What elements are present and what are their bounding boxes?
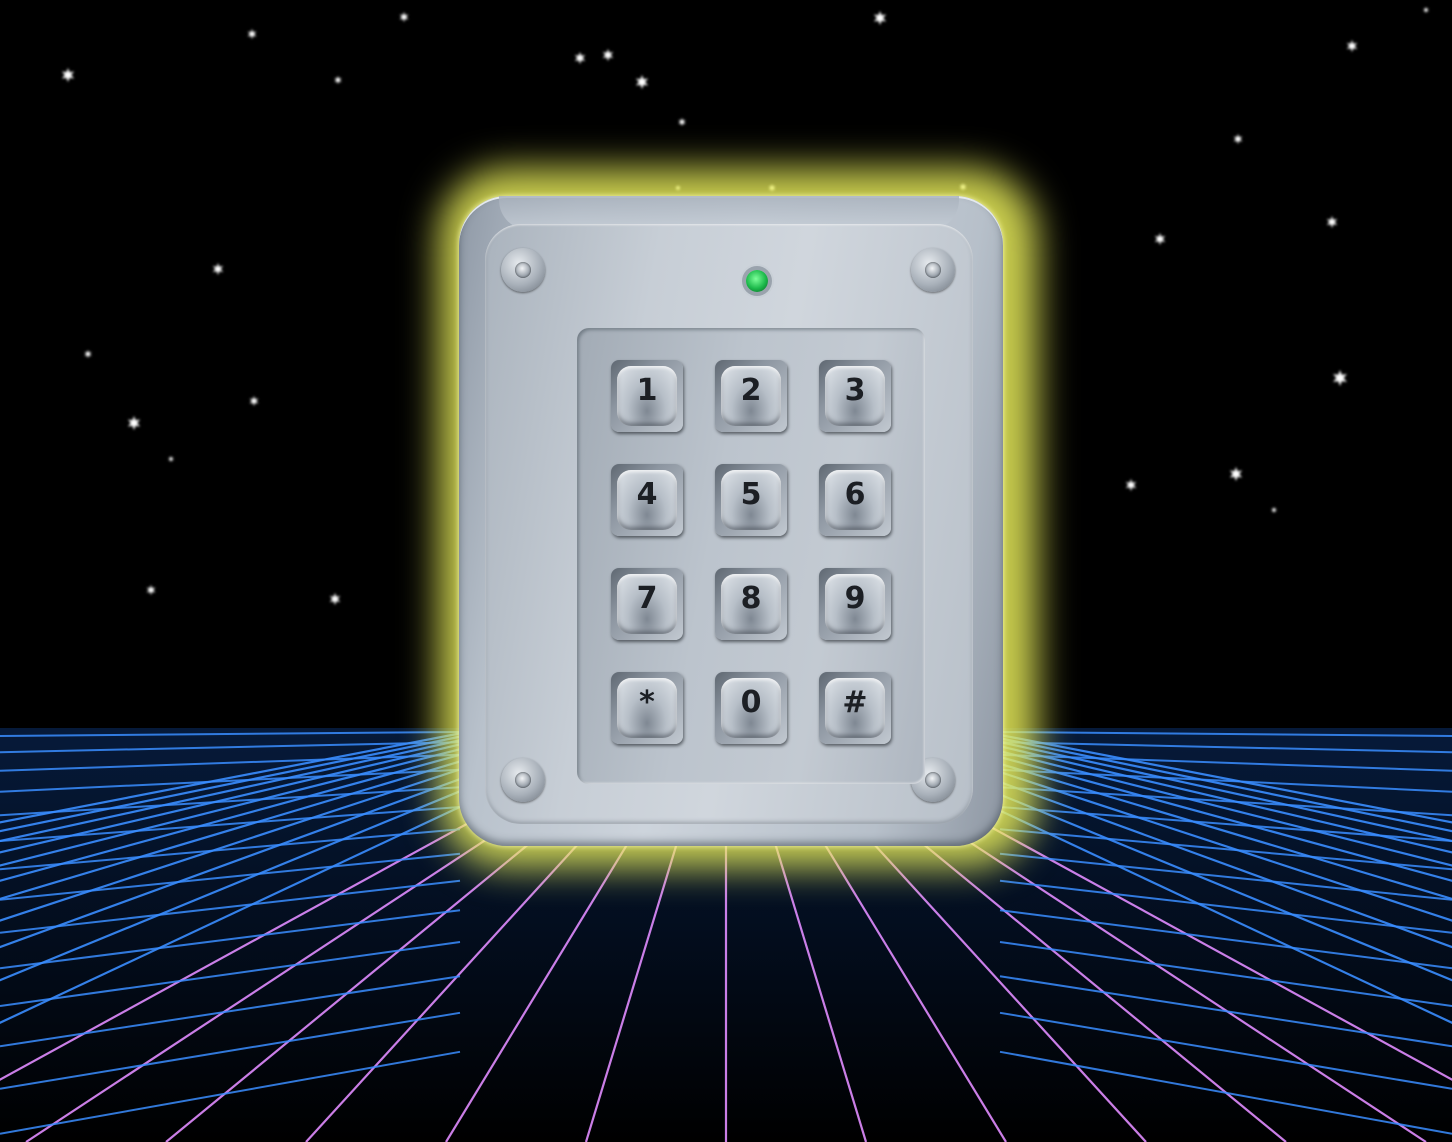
key-cap: 0 xyxy=(721,678,781,738)
key-label: 3 xyxy=(844,372,866,408)
key-label: 8 xyxy=(740,580,762,616)
key-cap: 3 xyxy=(825,366,885,426)
key-cap: 8 xyxy=(721,574,781,634)
key-label: * xyxy=(639,684,655,720)
key-9[interactable]: 9 xyxy=(819,568,891,640)
key-cap: 5 xyxy=(721,470,781,530)
key-label: 6 xyxy=(844,476,866,512)
key-label: 5 xyxy=(740,476,762,512)
key-cap: 1 xyxy=(617,366,677,426)
key-cap: * xyxy=(617,678,677,738)
key-label: 1 xyxy=(636,372,658,408)
screw-top-left xyxy=(501,248,545,292)
screw-top-right xyxy=(911,248,955,292)
screw-bottom-left xyxy=(501,758,545,802)
key-cap: # xyxy=(825,678,885,738)
key-star[interactable]: * xyxy=(611,672,683,744)
key-cap: 4 xyxy=(617,470,677,530)
key-6[interactable]: 6 xyxy=(819,464,891,536)
key-7[interactable]: 7 xyxy=(611,568,683,640)
key-0[interactable]: 0 xyxy=(715,672,787,744)
key-label: 9 xyxy=(844,580,866,616)
status-led xyxy=(746,270,768,292)
key-label: 0 xyxy=(740,684,762,720)
key-2[interactable]: 2 xyxy=(715,360,787,432)
key-4[interactable]: 4 xyxy=(611,464,683,536)
key-5[interactable]: 5 xyxy=(715,464,787,536)
key-label: 4 xyxy=(636,476,658,512)
key-label: # xyxy=(842,684,868,720)
keypad-device: 1 2 3 4 5 6 7 8 9 * 0 # xyxy=(459,196,1003,846)
key-label: 7 xyxy=(636,580,658,616)
scene: 1 2 3 4 5 6 7 8 9 * 0 # xyxy=(0,0,1452,1142)
key-1[interactable]: 1 xyxy=(611,360,683,432)
key-cap: 9 xyxy=(825,574,885,634)
key-cap: 2 xyxy=(721,366,781,426)
key-8[interactable]: 8 xyxy=(715,568,787,640)
key-hash[interactable]: # xyxy=(819,672,891,744)
key-3[interactable]: 3 xyxy=(819,360,891,432)
key-cap: 7 xyxy=(617,574,677,634)
key-label: 2 xyxy=(740,372,762,408)
key-cap: 6 xyxy=(825,470,885,530)
keypad-faceplate: 1 2 3 4 5 6 7 8 9 * 0 # xyxy=(485,224,973,824)
key-panel: 1 2 3 4 5 6 7 8 9 * 0 # xyxy=(577,328,925,784)
